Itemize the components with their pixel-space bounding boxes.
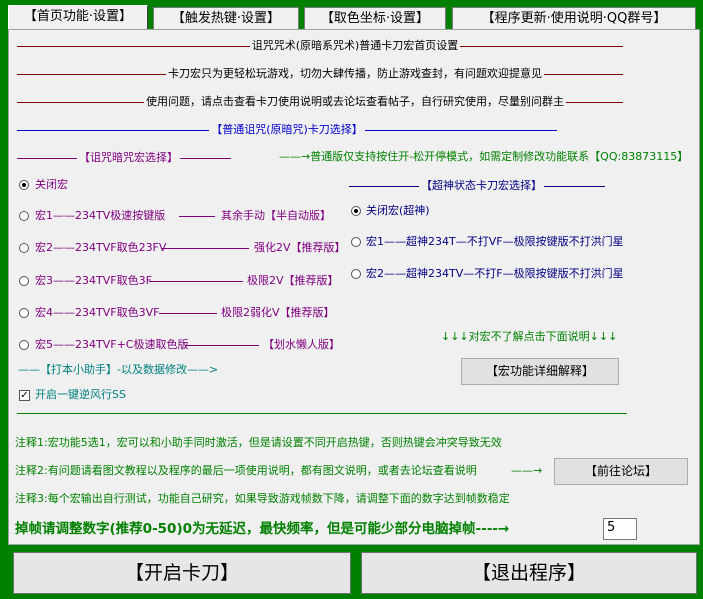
tab-color-coordinate-settings[interactable]: 【取色坐标·设置】 <box>304 7 446 29</box>
arrow-right-icon: ——→ <box>279 150 311 163</box>
main-panel: 诅咒咒术(原暗系咒术)普通卡刀宏首页设置 卡刀宏只为更轻松玩游戏，切勿大肆传播，… <box>8 29 700 545</box>
divider <box>179 216 215 217</box>
note-2: 注释2:有问题请看图文教程以及程序的最后一项使用说明，都有图文说明，或者去论坛查… <box>15 464 477 477</box>
radio-macro-4[interactable] <box>19 308 29 318</box>
divider <box>149 281 243 282</box>
divider <box>159 313 217 314</box>
radio-super-2[interactable] <box>351 269 361 279</box>
radio-suffix: 极限2弱化V【推荐版】 <box>221 306 335 319</box>
super-macro-title: 【超神状态卡刀宏选择】 <box>419 179 544 193</box>
customization-notice: 普通版仅支持按住开-松开停模式，如需定制修改功能联系【QQ:83873115】 <box>310 150 689 163</box>
radio-label: 宏5——234TVF+C极速取色版 <box>35 338 189 351</box>
radio-macro-2[interactable] <box>19 243 29 253</box>
radio-label: 关闭宏 <box>35 178 68 191</box>
start-button[interactable]: 【开启卡刀】 <box>13 552 351 594</box>
checkbox-headwind-ss[interactable]: ✓ <box>19 390 30 401</box>
divider <box>185 345 259 346</box>
macro-select-title: 【诅咒暗咒宏选择】 <box>77 151 180 165</box>
helper-title: ——【打本小助手】-以及数据修改——> <box>18 363 219 376</box>
radio-label: 宏4——234TVF取色3VF <box>35 306 160 319</box>
tab-home-settings[interactable]: 【首页功能·设置】 <box>8 5 148 30</box>
divider <box>17 413 627 414</box>
checkbox-label: 开启一键逆风行SS <box>35 388 126 401</box>
macro-help-hint: ↓↓↓对宏不了解点击下面说明↓↓↓ <box>441 330 618 343</box>
goto-forum-button[interactable]: 【前往论坛】 <box>554 458 688 485</box>
radio-super-1[interactable] <box>351 237 361 247</box>
radio-label: 宏2——超神234TV—不打F—极限按键版不打洪门星 <box>366 267 624 280</box>
radio-macro-3[interactable] <box>19 276 29 286</box>
radio-suffix: 其余手动【半自动版】 <box>221 209 331 222</box>
radio-label: 关闭宏(超神) <box>366 204 430 217</box>
note-3: 注释3:每个宏输出自行测试，功能自己研究，如果导致游戏帧数下降，请调整下面的数字… <box>15 492 510 505</box>
radio-suffix: 【划水懒人版】 <box>263 338 340 351</box>
exit-button[interactable]: 【退出程序】 <box>361 552 697 594</box>
radio-label: 宏1——234TV极速按键版 <box>35 209 166 222</box>
radio-label: 宏3——234TVF取色3F <box>35 274 152 287</box>
radio-label: 宏2——234TVF取色23FV <box>35 241 167 254</box>
frame-adjust-label: 掉帧请调整数字(推荐0-50)0为无延迟，最快频率，但是可能少部分电脑掉帧 <box>15 521 476 537</box>
radio-macro-off[interactable] <box>19 180 29 190</box>
arrow-right-icon: ----→ <box>475 521 510 537</box>
tab-update-help-qq[interactable]: 【程序更新·使用说明·QQ群号】 <box>452 7 696 29</box>
header-line-2: 卡刀宏只为更轻松玩游戏，切勿大肆传播，防止游戏查封，有问题欢迎提意见 <box>166 67 544 80</box>
radio-macro-5[interactable] <box>19 340 29 350</box>
frame-delay-input[interactable]: 5 <box>603 518 637 540</box>
arrow-right-icon: ——→ <box>511 464 543 477</box>
radio-suffix: 强化2V【推荐版】 <box>254 241 346 254</box>
divider <box>161 248 249 249</box>
header-line-1: 诅咒咒术(原暗系咒术)普通卡刀宏首页设置 <box>249 39 461 52</box>
radio-label: 宏1——超神234T—不打VF—极限按键版不打洪门星 <box>366 235 624 248</box>
note-1: 注释1:宏功能5选1，宏可以和小助手同时激活，但是请设置不同开启热键，否则热键会… <box>15 436 502 449</box>
section-title: 【普通诅咒(原暗咒)卡刀选择】 <box>209 123 365 136</box>
header-line-3: 使用问题，请点击查看卡刀使用说明或去论坛查看帖子，自行研究使用，尽量别问群主 <box>144 95 566 108</box>
radio-macro-1[interactable] <box>19 211 29 221</box>
tab-hotkey-settings[interactable]: 【触发热键·设置】 <box>153 7 299 29</box>
radio-super-off[interactable] <box>351 206 361 216</box>
radio-suffix: 极限2V【推荐版】 <box>247 274 339 287</box>
macro-detail-button[interactable]: 【宏功能详细解释】 <box>461 358 619 385</box>
